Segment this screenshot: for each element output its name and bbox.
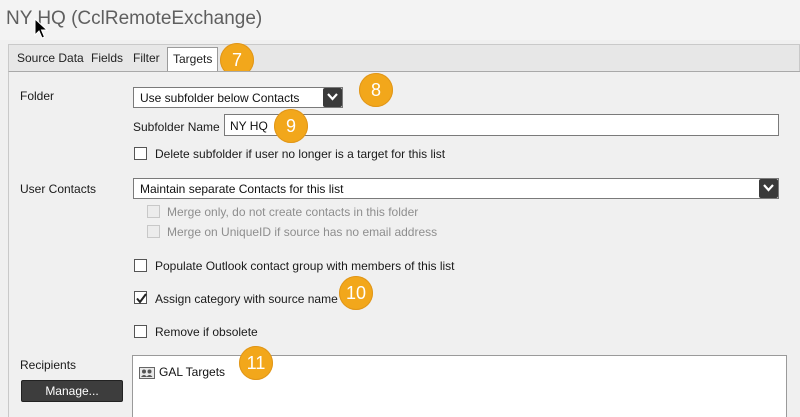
folder-select-value: Use subfolder below Contacts (140, 91, 300, 105)
tab-targets[interactable]: Targets (167, 47, 219, 73)
user-contacts-select-value: Maintain separate Contacts for this list (140, 182, 344, 196)
subfolder-name-label: Subfolder Name (133, 120, 220, 134)
subfolder-name-value: NY HQ (230, 119, 268, 133)
remove-obsolete-label: Remove if obsolete (155, 325, 258, 339)
recipients-list[interactable]: GAL Targets (132, 355, 787, 417)
remove-obsolete-checkbox[interactable] (134, 325, 147, 338)
user-contacts-select[interactable]: Maintain separate Contacts for this list (133, 178, 779, 199)
folder-select[interactable]: Use subfolder below Contacts (133, 87, 343, 108)
populate-group-checkbox[interactable] (134, 259, 147, 272)
tab-fields[interactable]: Fields (91, 51, 123, 65)
chevron-down-icon[interactable] (759, 179, 778, 198)
group-icon (139, 367, 155, 379)
merge-only-label: Merge only, do not create contacts in th… (167, 205, 419, 219)
populate-group-label: Populate Outlook contact group with memb… (155, 259, 455, 273)
tab-filter[interactable]: Filter (133, 51, 160, 65)
manage-recipients-button[interactable]: Manage... (21, 380, 123, 402)
callout-badge-11: 11 (239, 346, 273, 380)
callout-badge-9: 9 (274, 109, 308, 143)
assign-category-checkbox[interactable] (134, 291, 147, 304)
callout-badge-8: 8 (359, 73, 393, 107)
merge-only-checkbox[interactable] (147, 205, 160, 218)
merge-uniqueid-label: Merge on UniqueID if source has no email… (167, 225, 438, 239)
window-titlebar: NY HQ (CclRemoteExchange) (0, 0, 800, 40)
delete-subfolder-checkbox[interactable] (134, 147, 147, 160)
merge-uniqueid-checkbox[interactable] (147, 225, 160, 238)
checkmark-icon (136, 293, 147, 304)
tab-source-data[interactable]: Source Data (17, 51, 84, 65)
recipients-label: Recipients (20, 358, 77, 372)
targets-panel: Folder Use subfolder below Contacts 8 Su… (8, 71, 800, 417)
callout-badge-10: 10 (339, 276, 373, 310)
chevron-down-icon[interactable] (323, 88, 342, 107)
user-contacts-label: User Contacts (20, 182, 97, 196)
mouse-cursor-icon (34, 18, 48, 39)
delete-subfolder-label: Delete subfolder if user no longer is a … (155, 147, 446, 161)
tab-strip: Source Data Fields Filter Targets (8, 44, 800, 73)
recipient-name: GAL Targets (159, 365, 226, 379)
assign-category-label: Assign category with source name (155, 292, 338, 306)
folder-label: Folder (20, 89, 55, 103)
